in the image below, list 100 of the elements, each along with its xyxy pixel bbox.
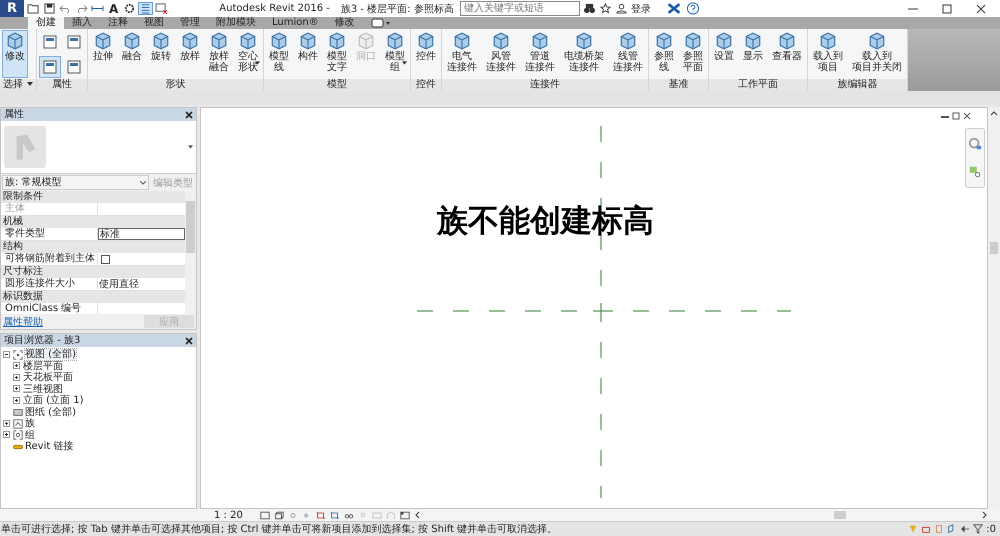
- ribbon-tool-button[interactable]: 载入到 项目: [810, 30, 846, 78]
- measure-icon[interactable]: [91, 3, 104, 14]
- checkbox[interactable]: [101, 254, 110, 264]
- ribbon-tab[interactable]: 附加模块: [208, 17, 264, 29]
- ribbon-tool-button[interactable]: 放样 融合: [206, 30, 232, 78]
- ribbon-tool-button[interactable]: 线管 连接件: [610, 30, 646, 78]
- ribbon-tool-button[interactable]: 放样: [177, 30, 203, 78]
- ribbon-tool-button[interactable]: 管道 连接件: [522, 30, 558, 78]
- ribbon-tool-button[interactable]: 电缆桥架 连接件: [561, 30, 607, 78]
- ribbon-tool-button[interactable]: 控件: [413, 30, 439, 78]
- gear-icon[interactable]: [123, 3, 136, 14]
- property-group-header[interactable]: 限制条件: [1, 191, 185, 203]
- tree-toggle-icon[interactable]: [13, 385, 20, 392]
- panel-title[interactable]: 工作平面: [709, 79, 807, 91]
- type-selector[interactable]: 族: 常规模型: [2, 175, 149, 190]
- tree-item[interactable]: 楼层平面: [23, 360, 63, 372]
- property-value-field[interactable]: 标准: [98, 228, 185, 240]
- sun-icon[interactable]: [288, 510, 298, 520]
- properties-tool-button[interactable]: [39, 56, 61, 78]
- tree-item[interactable]: 族: [25, 418, 35, 430]
- tree-item[interactable]: 图纸 (全部): [25, 406, 76, 418]
- property-group-header[interactable]: 机械: [1, 216, 185, 228]
- ribbon-tool-button[interactable]: 空心 形状: [235, 30, 261, 78]
- scroll-right-icon[interactable]: [982, 511, 988, 519]
- tree-item[interactable]: 三维视图: [23, 384, 63, 395]
- property-group-header[interactable]: 标识数据: [1, 291, 185, 303]
- ribbon-tab[interactable]: 注释: [100, 17, 136, 29]
- scrollbar-thumb[interactable]: [834, 511, 846, 519]
- ribbon-tool-button[interactable]: 风管 连接件: [483, 30, 519, 78]
- panel-title[interactable]: 族编辑器: [808, 79, 907, 91]
- binoculars-icon[interactable]: [582, 3, 596, 14]
- ribbon-tool-button[interactable]: 融合: [119, 30, 145, 78]
- ribbon-tool-button[interactable]: 设置: [711, 30, 737, 78]
- sheet-icon[interactable]: [260, 510, 270, 520]
- thin-lines-icon[interactable]: [139, 3, 152, 14]
- view-scale[interactable]: 1 : 20: [214, 510, 256, 520]
- scrollbar-thumb[interactable]: [990, 242, 998, 254]
- exchange-icon[interactable]: [666, 2, 682, 15]
- panel-title[interactable]: 连接件: [442, 79, 648, 91]
- help-icon[interactable]: [684, 2, 701, 15]
- underlay-icon[interactable]: [921, 524, 932, 534]
- tree-toggle-icon[interactable]: [3, 350, 10, 358]
- close-icon[interactable]: [976, 4, 986, 14]
- scroll-left-icon[interactable]: [414, 511, 420, 519]
- help-link[interactable]: 属性帮助: [3, 314, 43, 328]
- save-icon[interactable]: [43, 3, 56, 14]
- tree-toggle-icon[interactable]: [13, 362, 20, 370]
- close-windows-icon[interactable]: [155, 3, 168, 14]
- scrollbar[interactable]: [988, 107, 1000, 509]
- tree-item[interactable]: 天花板平面: [23, 372, 73, 384]
- tree-item[interactable]: 视图 (全部): [25, 349, 76, 360]
- ribbon-tab[interactable]: 修改: [326, 17, 363, 29]
- steering-wheel-icon[interactable]: [968, 137, 982, 151]
- close-icon[interactable]: [185, 110, 193, 118]
- redo-icon[interactable]: [75, 3, 88, 14]
- ribbon-tool-button[interactable]: 修改: [2, 30, 28, 78]
- panel-title[interactable]: 属性: [37, 79, 87, 91]
- cube-icon[interactable]: [274, 510, 284, 520]
- user-icon[interactable]: [614, 3, 628, 14]
- tree-toggle-icon[interactable]: [3, 431, 10, 438]
- tree-toggle-icon[interactable]: [13, 396, 20, 404]
- filter-icon[interactable]: [973, 524, 984, 534]
- crop-icon[interactable]: [316, 510, 326, 520]
- panel-toggle-icon[interactable]: [370, 18, 391, 28]
- caret-icon[interactable]: [140, 180, 146, 184]
- ribbon-tab[interactable]: 视图: [136, 17, 172, 29]
- login-link[interactable]: 登录: [630, 2, 651, 16]
- application-button[interactable]: R: [0, 0, 24, 17]
- ribbon-tool-button[interactable]: 模型 组: [382, 30, 408, 78]
- caret-icon[interactable]: [27, 82, 33, 86]
- tree-item[interactable]: 立面 (立面 1): [23, 395, 84, 406]
- ribbon-tool-button[interactable]: 拉伸: [90, 30, 116, 78]
- ribbon-tool-button[interactable]: 模型 线: [266, 30, 292, 78]
- panel-title[interactable]: 选择: [0, 79, 36, 91]
- ribbon-tool-button[interactable]: 显示: [740, 30, 766, 78]
- property-group-header[interactable]: 尺寸标注: [1, 266, 185, 278]
- ribbon-tool-button[interactable]: 旋转: [148, 30, 174, 78]
- panel-title[interactable]: 形状: [88, 79, 263, 91]
- folder-icon[interactable]: [27, 3, 40, 14]
- zoom-icon[interactable]: [968, 165, 982, 179]
- drag-icon[interactable]: [960, 524, 970, 534]
- property-group-header[interactable]: 结构: [1, 241, 185, 253]
- ribbon-tool-button[interactable]: 电气 连接件: [444, 30, 480, 78]
- maximize-icon[interactable]: [942, 4, 952, 14]
- ribbon-tool-button[interactable]: 参照 线: [651, 30, 677, 78]
- star-icon[interactable]: [598, 3, 612, 14]
- panel-title[interactable]: 模型: [264, 79, 410, 91]
- tree-item[interactable]: 组: [25, 430, 35, 441]
- ribbon-tool-button[interactable]: 参照 平面: [680, 30, 706, 78]
- ribbon-tab[interactable]: 创建: [28, 17, 64, 29]
- property-value-field[interactable]: 使用直径: [98, 278, 185, 290]
- caret-icon[interactable]: [188, 145, 193, 149]
- close-icon[interactable]: [185, 336, 193, 344]
- ribbon-tool-button[interactable]: 模型 文字: [324, 30, 350, 78]
- panel-title[interactable]: 控件: [411, 79, 441, 91]
- ribbon-tab[interactable]: 管理: [172, 17, 208, 29]
- panel-title[interactable]: 基准: [649, 79, 708, 91]
- ribbon-tool-button[interactable]: 构件: [295, 30, 321, 78]
- restore-icon[interactable]: [952, 112, 960, 120]
- text-tool-button[interactable]: A: [107, 2, 120, 16]
